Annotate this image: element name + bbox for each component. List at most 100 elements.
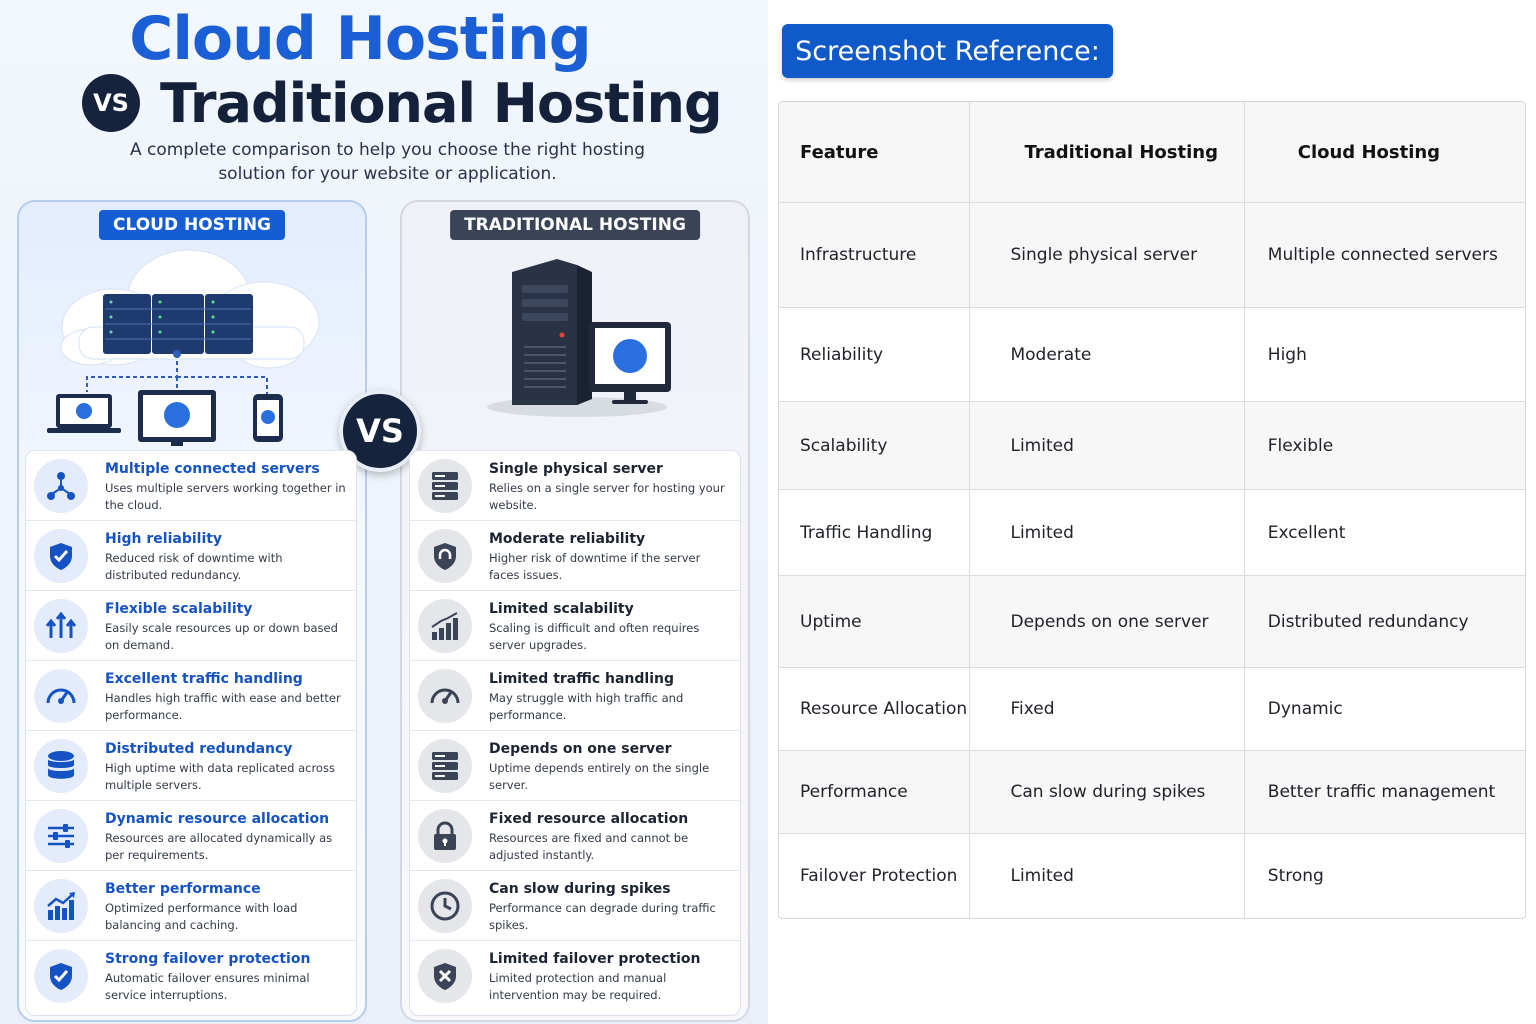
traditional-cell: Limited bbox=[970, 834, 1245, 918]
feature-cell: Resource Allocation bbox=[779, 668, 971, 750]
table-row: Infrastructure Single physical server Mu… bbox=[779, 203, 1525, 308]
server-rack-icon bbox=[418, 739, 472, 793]
cloud-servers-illustration bbox=[47, 249, 320, 446]
feature-desc: Uses multiple servers working together i… bbox=[105, 481, 346, 512]
shield-check-icon bbox=[34, 529, 88, 583]
cloud-cell: Excellent bbox=[1267, 522, 1346, 543]
feature-desc: Automatic failover ensures minimal servi… bbox=[105, 971, 310, 1002]
speedometer-icon bbox=[34, 669, 88, 723]
feature-desc: Easily scale resources up or down based … bbox=[105, 621, 338, 652]
arrows-up-icon bbox=[34, 599, 88, 653]
feature-title: Moderate reliability bbox=[489, 531, 646, 547]
traditional-cell: Depends on one server bbox=[970, 576, 1245, 667]
list-item: Limited failover protection Limited prote… bbox=[410, 941, 740, 1011]
subtitle: A complete comparison to help you choose… bbox=[129, 140, 646, 184]
title-cloud-hosting: Cloud Hosting bbox=[129, 4, 591, 74]
cloud-cell: Dynamic bbox=[1267, 699, 1343, 719]
table-row: Performance Can slow during spikes Bette… bbox=[779, 751, 1525, 834]
cloud-cell: Multiple connected servers bbox=[1267, 245, 1498, 265]
cloud-cell: Better traffic management bbox=[1267, 782, 1496, 802]
table-header-row: Feature Traditional Hosting Cloud Hostin… bbox=[779, 102, 1525, 203]
feature-title: Distributed redundancy bbox=[105, 741, 293, 757]
single-server-illustration bbox=[487, 259, 671, 417]
feature-title: Limited traffic handling bbox=[489, 671, 675, 687]
traditional-cell: Limited bbox=[970, 402, 1245, 489]
feature-desc: Higher risk of downtime if the server fa… bbox=[489, 551, 701, 582]
infographic: Cloud Hosting VS Traditional Hosting A c… bbox=[0, 0, 768, 1024]
feature-desc: May struggle with high traffic and perfo… bbox=[489, 691, 684, 722]
feature-cell: Uptime bbox=[779, 576, 971, 667]
database-icon bbox=[34, 739, 88, 793]
feature-title: Fixed resource allocation bbox=[489, 811, 689, 827]
vs-badge-small: VS bbox=[82, 74, 140, 132]
feature-cell: Infrastructure bbox=[779, 203, 971, 307]
feature-desc: Optimized performance with load balancin… bbox=[105, 901, 298, 932]
server-rack-icon bbox=[418, 459, 472, 513]
clock-icon bbox=[418, 879, 472, 933]
traditional-cell: Fixed bbox=[970, 668, 1245, 750]
feature-title: Limited scalability bbox=[489, 601, 634, 617]
traditional-cell: Moderate bbox=[970, 308, 1245, 401]
cloud-hosting-badge: CLOUD HOSTING bbox=[98, 210, 286, 240]
traditional-cell: Limited bbox=[970, 490, 1245, 575]
feature-desc: Reduced risk of downtime with distribute… bbox=[105, 551, 283, 582]
title-row: VS Traditional Hosting bbox=[82, 70, 723, 136]
list-item: Depends on one server Uptime depends enti… bbox=[410, 731, 740, 801]
traditional-features-list: Single physical server Relies on a single… bbox=[409, 450, 741, 1016]
table-row: Resource Allocation Fixed Dynamic bbox=[779, 668, 1525, 751]
feature-desc: Resources are allocated dynamically as p… bbox=[105, 831, 333, 862]
list-item: Moderate reliability Higher risk of downt… bbox=[410, 521, 740, 591]
feature-title: Better performance bbox=[105, 881, 261, 897]
feature-desc: High uptime with data replicated across … bbox=[105, 761, 335, 792]
screenshot-reference-button[interactable]: Screenshot Reference: bbox=[782, 24, 1113, 78]
feature-title: Dynamic resource allocation bbox=[105, 811, 330, 827]
list-item: Fixed resource allocation Resources are f… bbox=[410, 801, 740, 871]
cloud-cell: Strong bbox=[1267, 866, 1324, 886]
list-item: Limited scalability Scaling is difficult … bbox=[410, 591, 740, 661]
feature-title: Depends on one server bbox=[489, 741, 672, 757]
bar-chart-icon bbox=[418, 599, 472, 653]
speedometer-icon bbox=[418, 669, 472, 723]
table-row: Traffic Handling Limited Excellent bbox=[779, 490, 1525, 576]
feature-title: Single physical server bbox=[489, 461, 663, 477]
shield-alert-icon bbox=[418, 529, 472, 583]
title-traditional-hosting: Traditional Hosting bbox=[160, 71, 723, 135]
comparison-table: Feature Traditional Hosting Cloud Hostin… bbox=[778, 101, 1526, 919]
feature-cell: Failover Protection bbox=[779, 834, 971, 918]
feature-desc: Performance can degrade during traffic s… bbox=[489, 901, 716, 932]
table-row: Scalability Limited Flexible bbox=[779, 402, 1525, 490]
feature-cell: Reliability bbox=[779, 308, 971, 401]
feature-desc: Resources are fixed and cannot be adjust… bbox=[489, 831, 689, 862]
header-traditional-hosting: Traditional Hosting bbox=[970, 102, 1245, 202]
feature-title: Flexible scalability bbox=[105, 601, 253, 617]
feature-title: Strong failover protection bbox=[105, 951, 311, 967]
table-row: Failover Protection Limited Strong bbox=[779, 834, 1525, 918]
feature-desc: Scaling is difficult and often requires … bbox=[489, 621, 700, 652]
header-cloud-hosting: Cloud Hosting bbox=[1297, 141, 1441, 163]
feature-title: Limited failover protection bbox=[489, 951, 701, 967]
table-row: Uptime Depends on one server Distributed… bbox=[779, 576, 1525, 668]
network-nodes-icon bbox=[34, 459, 88, 513]
traditional-cell: Can slow during spikes bbox=[970, 751, 1245, 833]
list-item: Strong failover protection Automatic fail… bbox=[26, 941, 356, 1011]
feature-desc: Handles high traffic with ease and bette… bbox=[105, 691, 341, 722]
feature-cell: Scalability bbox=[779, 402, 971, 489]
list-item: Excellent traffic handling Handles high t… bbox=[26, 661, 356, 731]
feature-desc: Limited protection and manual interventi… bbox=[489, 971, 667, 1002]
feature-title: Multiple connected servers bbox=[105, 461, 320, 477]
list-item: Multiple connected servers Uses multiple … bbox=[26, 451, 356, 521]
growth-chart-icon bbox=[34, 879, 88, 933]
shield-x-icon bbox=[418, 949, 472, 1003]
list-item: Better performance Optimized performance … bbox=[26, 871, 356, 941]
cloud-cell: Distributed redundancy bbox=[1267, 611, 1469, 632]
feature-title: Can slow during spikes bbox=[489, 881, 671, 897]
feature-title: Excellent traffic handling bbox=[105, 671, 303, 687]
list-item: Dynamic resource allocation Resources are… bbox=[26, 801, 356, 871]
shield-check-icon bbox=[34, 949, 88, 1003]
feature-cell: Performance bbox=[779, 751, 971, 833]
list-item: Can slow during spikes Performance can de… bbox=[410, 871, 740, 941]
cloud-cell: Flexible bbox=[1267, 435, 1334, 456]
list-item: Distributed redundancy High uptime with d… bbox=[26, 731, 356, 801]
sliders-icon bbox=[34, 809, 88, 863]
feature-desc: Uptime depends entirely on the single se… bbox=[489, 761, 710, 792]
